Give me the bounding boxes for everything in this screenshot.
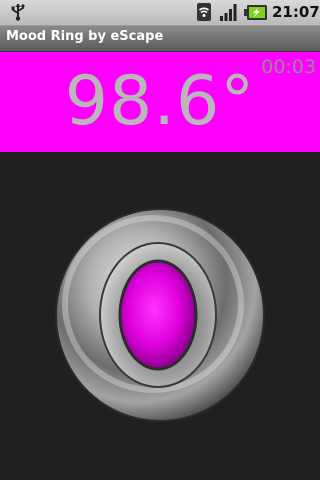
- mood-ring[interactable]: [53, 206, 267, 424]
- status-clock: 21:07: [272, 3, 320, 21]
- mood-ring-graphic: [55, 208, 265, 422]
- signal-icon: [220, 4, 237, 21]
- app-title: Mood Ring by eScape: [6, 29, 164, 44]
- temperature-readout: 98.6°: [64, 62, 256, 141]
- status-bar: 21:07: [0, 0, 320, 26]
- wifi-icon: [197, 3, 211, 21]
- ring-stone: [118, 259, 198, 371]
- title-bar: Mood Ring by eScape: [0, 26, 320, 52]
- usb-icon: [11, 4, 25, 21]
- screen: 21:07 Mood Ring by eScape 00:03 98.6°: [0, 0, 320, 480]
- battery-charging-icon: [244, 5, 267, 20]
- mood-color-panel: 00:03 98.6°: [0, 52, 320, 152]
